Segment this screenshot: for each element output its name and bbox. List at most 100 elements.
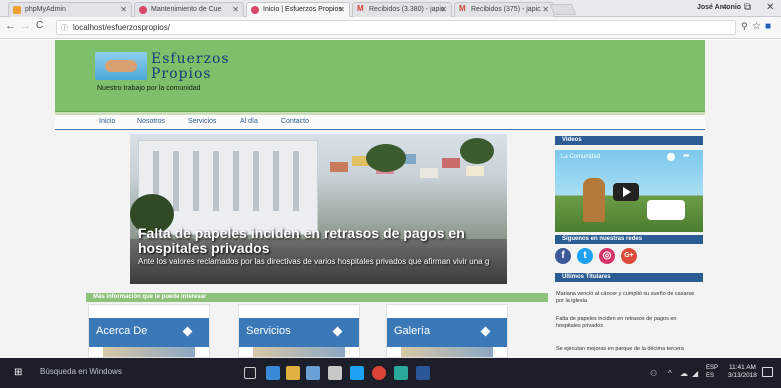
menu-contacto[interactable]: Contacto: [281, 118, 309, 125]
extension-icon[interactable]: ■: [765, 21, 771, 32]
site-logo[interactable]: Esfuerzos Propios Nuestro trabajo por la…: [95, 51, 245, 98]
chevron-up-icon[interactable]: ^: [668, 369, 672, 378]
notifications-icon[interactable]: [762, 367, 773, 377]
twitter-app-icon[interactable]: [350, 366, 364, 380]
system-clock[interactable]: 11:41 AM 3/13/2018: [728, 364, 757, 380]
clock-date: 3/13/2018: [728, 372, 757, 379]
reload-icon[interactable]: C: [36, 20, 43, 31]
mail-icon[interactable]: [328, 366, 342, 380]
browser-tab-strip: phpMyAdmin ✕ Mantenimiento de Cue ✕ Inic…: [0, 0, 781, 17]
video-title[interactable]: La Comunidad: [561, 154, 600, 160]
main-menu: Inicio Nosotros Servicios Al día Contact…: [55, 112, 705, 130]
zoom-icon[interactable]: ⚲: [741, 21, 748, 32]
site-favicon-icon: [139, 6, 147, 14]
file-explorer-icon[interactable]: [286, 366, 300, 380]
url-bar[interactable]: ⓘ localhost/esfuerzospropios/: [56, 20, 736, 35]
phpmyadmin-favicon-icon: [13, 6, 21, 14]
app-icon[interactable]: [394, 366, 408, 380]
windows-taskbar: ⊞ Búsqueda en Windows ⚇ ^ ☁ ◢ ESP ES 11:…: [0, 358, 781, 388]
taskbar-search[interactable]: Búsqueda en Windows: [40, 367, 122, 376]
googleplus-icon[interactable]: G+: [621, 248, 637, 264]
tab-phpmyadmin[interactable]: phpMyAdmin ✕: [8, 2, 132, 17]
slider-caption: Falta de papeles inciden en retrasos de …: [138, 226, 502, 267]
store-icon[interactable]: [306, 366, 320, 380]
gmail-icon: M: [459, 4, 466, 13]
titular-item[interactable]: Se ejecutan mejoras en parque de la déci…: [556, 346, 702, 353]
play-icon[interactable]: [613, 183, 639, 201]
titular-item[interactable]: Mariana venció al cáncer y cumplió su su…: [556, 291, 702, 305]
slider-headline[interactable]: Falta de papeles inciden en retrasos de …: [138, 226, 478, 256]
task-view-icon[interactable]: [244, 367, 256, 379]
card-acerca-de[interactable]: Acerca De: [88, 304, 210, 358]
info-icon: ⓘ: [61, 25, 68, 32]
titulares-heading: Últimos Titulares: [555, 273, 703, 282]
close-icon[interactable]: ✕: [232, 5, 239, 14]
instagram-icon[interactable]: ◎: [599, 248, 615, 264]
clock-time: 11:41 AM: [728, 364, 756, 371]
chrome-icon[interactable]: [372, 366, 386, 380]
tab-inicio[interactable]: Inicio | Esfuerzos Propios ✕: [246, 2, 350, 17]
gmail-icon: M: [357, 4, 364, 13]
lang-bottom: ES: [706, 373, 715, 379]
close-icon[interactable]: ✕: [542, 5, 549, 14]
slider-subtext: Ante los valores reclamados por las dire…: [138, 257, 490, 266]
browser-toolbar: ← → C ⓘ localhost/esfuerzospropios/ ⚲ ☆ …: [0, 17, 781, 39]
menu-inicio[interactable]: Inicio: [99, 118, 115, 125]
close-icon[interactable]: ✕: [120, 5, 127, 14]
close-icon[interactable]: ✕: [338, 5, 345, 14]
window-close-icon[interactable]: ✕: [766, 2, 774, 13]
input-language[interactable]: ESP ES: [706, 364, 718, 380]
close-icon[interactable]: ✕: [440, 5, 447, 14]
site-tagline: Nuestro trabajo por la comunidad: [97, 85, 201, 92]
card-galeria[interactable]: Galería: [386, 304, 508, 358]
bookmark-star-icon[interactable]: ☆: [752, 21, 761, 32]
tree-image: [366, 144, 406, 172]
house-image: [466, 166, 484, 176]
word-icon[interactable]: [416, 366, 430, 380]
menu-servicios[interactable]: Servicios: [188, 118, 216, 125]
twitter-icon[interactable]: t: [577, 248, 593, 264]
house-image: [330, 162, 348, 172]
card-image: [103, 347, 195, 357]
menu-nosotros[interactable]: Nosotros: [137, 118, 165, 125]
web-page: Esfuerzos Propios Nuestro trabajo por la…: [0, 40, 781, 358]
tab-mantenimiento[interactable]: Mantenimiento de Cue ✕: [134, 2, 244, 17]
card-image: [401, 347, 493, 357]
back-icon[interactable]: ←: [5, 20, 16, 32]
tab-label: Inicio | Esfuerzos Propios: [263, 6, 342, 13]
tab-label: Recibidos (3.380) - japic: [369, 6, 445, 13]
menu-al-dia[interactable]: Al día: [240, 118, 258, 125]
volume-icon[interactable]: ◢: [692, 369, 698, 378]
site-favicon-icon: [251, 6, 259, 14]
social-heading: Síguenos en nuestras redes: [555, 235, 703, 244]
titular-item[interactable]: Falta de papeles inciden en retrasos de …: [556, 316, 702, 330]
tab-label: Mantenimiento de Cue: [151, 6, 222, 13]
cartoon-character-image: [583, 178, 605, 222]
restore-icon[interactable]: ⧉: [744, 2, 751, 13]
house-image: [442, 158, 460, 168]
video-player[interactable]: La Comunidad ➦: [555, 150, 703, 232]
handshake-logo-icon: [95, 52, 147, 80]
card-servicios[interactable]: Servicios: [238, 304, 360, 358]
windows-start-icon[interactable]: ⊞: [14, 368, 24, 378]
news-slider[interactable]: Falta de papeles inciden en retrasos de …: [130, 134, 507, 284]
lang-top: ESP: [706, 365, 719, 371]
watch-later-icon[interactable]: [667, 153, 675, 161]
new-tab-button[interactable]: [549, 4, 577, 15]
url-text: localhost/esfuerzospropios/: [73, 23, 170, 32]
brand-line-1: Esfuerzos: [151, 51, 230, 67]
network-icon[interactable]: ☁: [680, 369, 688, 378]
forward-icon[interactable]: →: [20, 20, 31, 32]
tab-gmail-2[interactable]: M Recibidos (375) - japic ✕: [454, 2, 554, 17]
tab-label: Recibidos (375) - japic: [471, 6, 541, 13]
share-icon[interactable]: ➦: [683, 151, 690, 160]
profile-name[interactable]: José Antonio: [697, 4, 741, 11]
videos-heading: Videos: [555, 136, 703, 145]
facebook-icon[interactable]: f: [555, 248, 571, 264]
tab-label: phpMyAdmin: [25, 6, 66, 13]
tab-gmail-1[interactable]: M Recibidos (3.380) - japic ✕: [352, 2, 452, 17]
people-icon[interactable]: ⚇: [650, 369, 657, 378]
minimize-icon[interactable]: –: [722, 2, 728, 13]
site-header: Esfuerzos Propios Nuestro trabajo por la…: [55, 40, 705, 112]
edge-icon[interactable]: [266, 366, 280, 380]
